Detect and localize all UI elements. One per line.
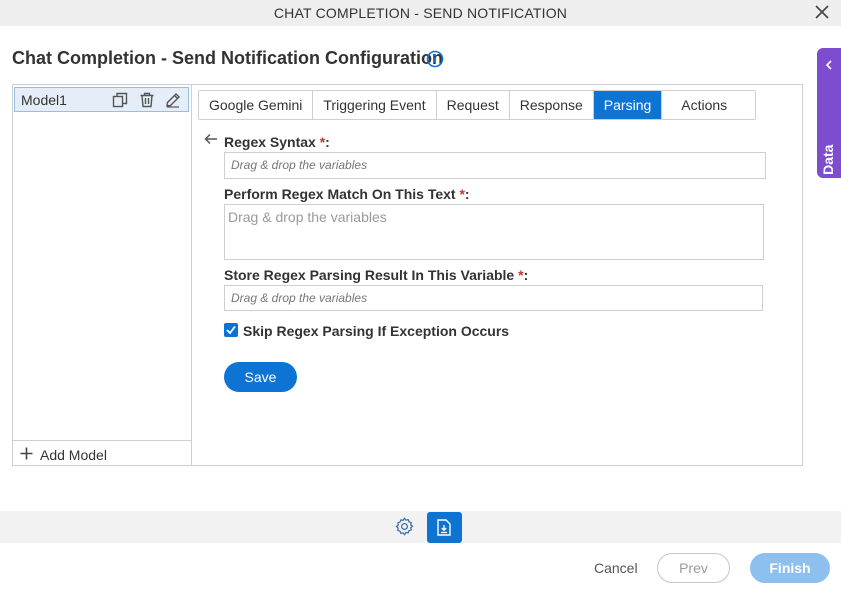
tab-actions[interactable]: Actions xyxy=(662,91,756,119)
close-icon[interactable] xyxy=(813,3,831,21)
finish-button[interactable]: Finish xyxy=(750,553,830,583)
prev-button[interactable]: Prev xyxy=(657,553,730,583)
app-data-tab[interactable]: App Data xyxy=(817,48,841,206)
regex-syntax-placeholder: Drag & drop the variables xyxy=(231,158,368,172)
tab-google-gemini[interactable]: Google Gemini xyxy=(199,91,314,119)
match-text-placeholder: Drag & drop the variables xyxy=(228,209,387,225)
checkbox-check-icon xyxy=(226,325,236,335)
trash-icon[interactable] xyxy=(139,92,155,108)
skip-exception-label: Skip Regex Parsing If Exception Occurs xyxy=(243,323,510,339)
window-title: CHAT COMPLETION - SEND NOTIFICATION xyxy=(273,5,568,21)
chevron-left-icon xyxy=(825,60,832,70)
copy-icon[interactable] xyxy=(112,92,128,108)
document-icon xyxy=(437,519,451,536)
add-model-button[interactable]: Add Model xyxy=(12,440,192,466)
store-result-field[interactable]: Drag & drop the variables xyxy=(224,285,763,311)
match-text-field[interactable]: Drag & drop the variables xyxy=(224,204,764,260)
skip-exception-checkbox[interactable] xyxy=(224,323,238,337)
title-bar: CHAT COMPLETION - SEND NOTIFICATION xyxy=(0,0,841,26)
regex-syntax-field[interactable]: Drag & drop the variables xyxy=(224,152,766,179)
regex-syntax-label: Regex Syntax *: xyxy=(224,134,330,150)
bottom-toolbar xyxy=(0,511,841,543)
add-model-label: Add Model xyxy=(40,447,107,463)
model-list xyxy=(12,84,192,466)
model-item[interactable]: Model1 xyxy=(14,87,189,112)
store-result-label: Store Regex Parsing Result In This Varia… xyxy=(224,267,529,283)
back-arrow-icon[interactable] xyxy=(204,133,218,145)
document-button[interactable] xyxy=(427,512,462,543)
tab-response[interactable]: Response xyxy=(509,91,594,119)
save-button[interactable]: Save xyxy=(224,362,297,392)
page-title: Chat Completion - Send Notification Conf… xyxy=(12,48,443,68)
tab-parsing[interactable]: Parsing xyxy=(593,91,663,119)
tab-bar: Google Gemini Triggering Event Request R… xyxy=(198,90,757,120)
match-text-label: Perform Regex Match On This Text *: xyxy=(224,186,470,202)
store-result-placeholder: Drag & drop the variables xyxy=(231,291,368,305)
tab-request[interactable]: Request xyxy=(436,91,510,119)
tab-triggering-event[interactable]: Triggering Event xyxy=(313,91,437,119)
plus-icon xyxy=(20,447,33,460)
info-icon[interactable] xyxy=(426,50,444,68)
edit-icon[interactable] xyxy=(165,92,181,108)
app-data-label: App Data xyxy=(820,144,836,206)
model-name: Model1 xyxy=(21,92,67,108)
gear-icon[interactable] xyxy=(394,516,415,537)
cancel-button[interactable]: Cancel xyxy=(594,560,638,576)
